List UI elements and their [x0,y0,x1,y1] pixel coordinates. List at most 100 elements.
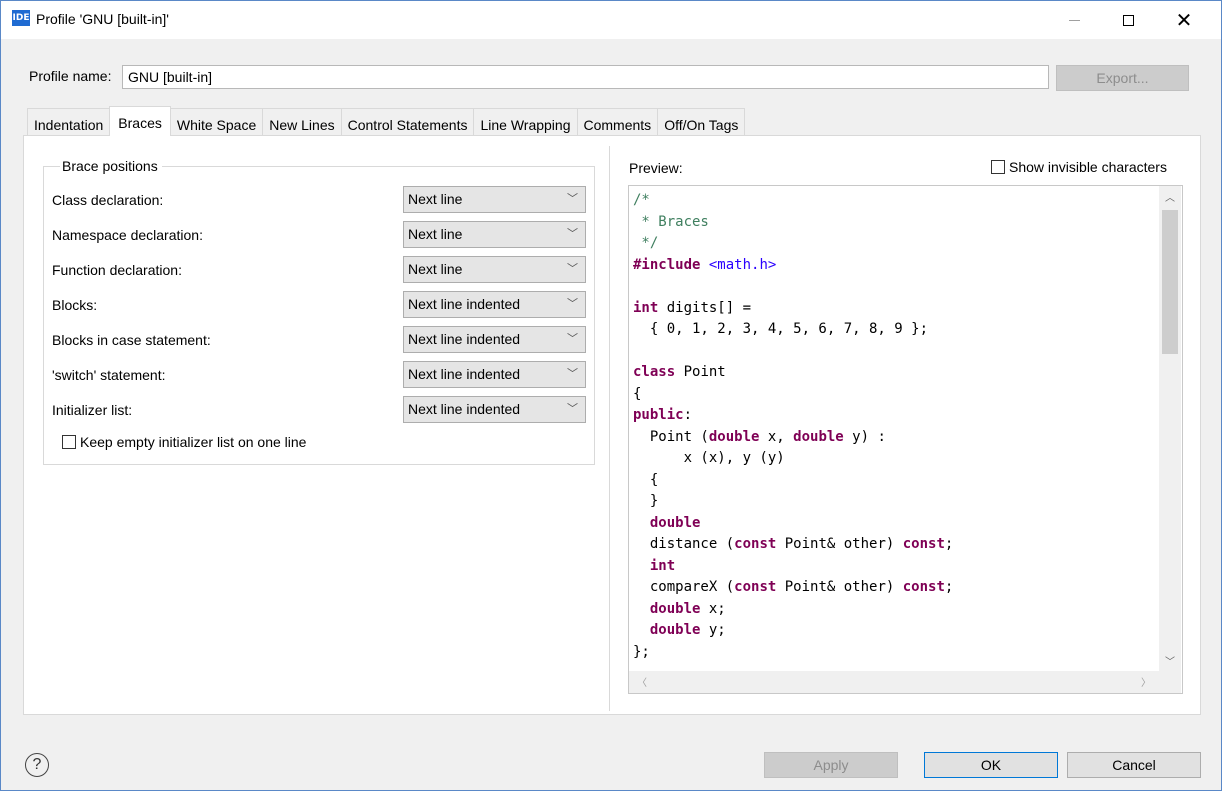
help-icon[interactable]: ? [25,753,49,777]
namespace-declaration-select[interactable]: Next line ﹀ [403,221,586,248]
vertical-scrollbar[interactable]: ︿ ﹀ [1159,186,1181,671]
profile-name-label: Profile name: [29,68,112,84]
close-button[interactable]: ✕ [1161,1,1207,39]
app-icon: IDE [12,10,30,26]
minimize-icon [1068,19,1080,21]
blocks-in-case-label: Blocks in case statement: [52,332,211,348]
minimize-button[interactable] [1051,1,1097,39]
tab-line-wrapping[interactable]: Line Wrapping [473,108,578,136]
dialog-window: IDE Profile 'GNU [built-in]' ✕ Profile n… [0,0,1222,791]
keep-empty-initializer-checkbox[interactable] [62,435,76,449]
code-line: double y; [633,620,953,642]
chevron-down-icon: ﹀ [567,193,578,205]
cancel-button[interactable]: Cancel [1067,752,1201,778]
preview-code-area[interactable]: /* * Braces */ #include <math.h> int digi… [628,185,1183,694]
chevron-down-icon: ﹀ [567,368,578,380]
blocks-in-case-select[interactable]: Next line indented ﹀ [403,326,586,353]
tab-indentation[interactable]: Indentation [27,108,111,136]
namespace-declaration-label: Namespace declaration: [52,227,203,243]
code-token: x (x), y (y) [633,450,785,466]
horizontal-scrollbar[interactable]: 〈 〉 [629,671,1159,693]
code-line: public: [633,405,953,427]
code-token: y) : [843,428,886,445]
blocks-label: Blocks: [52,297,98,313]
tab-braces[interactable]: Braces [109,106,171,136]
code-line: * Braces [633,212,953,234]
function-declaration-select[interactable]: Next line ﹀ [403,256,586,283]
show-invisible-checkbox[interactable] [991,160,1005,174]
profile-name-input[interactable] [122,65,1049,89]
code-token: int [649,557,676,574]
scroll-down-icon[interactable]: ﹀ [1159,653,1181,668]
blocks-select[interactable]: Next line indented ﹀ [403,291,586,318]
scroll-thumb[interactable] [1162,210,1178,354]
panel-divider [609,146,610,711]
maximize-button[interactable] [1105,1,1151,39]
select-value: Next line [408,226,463,242]
code-token: distance ( [633,536,735,552]
code-token: ; [944,579,954,595]
code-token: const [902,536,945,552]
code-token: { [633,471,659,488]
code-token: { 0, 1, 2, 3, 4, 5, 6, 7, 8, 9 }; [633,321,929,337]
code-line: compareX (const Point& other) const; [633,577,954,599]
select-value: Next line indented [408,401,521,417]
code-token: Point& other) [776,579,903,595]
window-title: Profile 'GNU [built-in]' [36,11,169,27]
code-token: Point [675,364,726,380]
code-token: /* [633,192,650,208]
function-declaration-label: Function declaration: [52,262,182,278]
apply-button[interactable]: Apply [764,752,898,778]
switch-statement-select[interactable]: Next line indented ﹀ [403,361,586,388]
tab-bar: Indentation Braces White Space New Lines… [27,106,746,136]
chevron-down-icon: ﹀ [567,298,578,310]
code-token: { [633,385,642,402]
tab-control-statements[interactable]: Control Statements [340,108,475,136]
code-line: x (x), y (y) [633,448,953,470]
code-token: }; [633,643,650,660]
code-token: class [633,364,676,380]
class-declaration-label: Class declaration: [52,192,164,208]
keep-empty-initializer-label: Keep empty initializer list on one line [80,434,307,450]
select-value: Next line indented [408,366,521,382]
export-button[interactable]: Export... [1056,65,1189,91]
code-token: double [649,514,701,531]
code-token: double [708,428,760,445]
code-token: x, [759,428,794,445]
scroll-left-icon[interactable]: 〈 [637,674,647,689]
show-invisible-row[interactable]: Show invisible characters [991,159,1167,175]
code-token: : [683,407,693,423]
class-declaration-select[interactable]: Next line ﹀ [403,186,586,213]
code-token: #include [633,256,701,273]
keep-empty-initializer-row[interactable]: Keep empty initializer list on one line [62,434,306,450]
code-token: const [734,536,777,552]
scroll-corner [1159,671,1181,693]
scroll-right-icon[interactable]: 〉 [1141,674,1151,689]
code-line: distance (const Point& other) const; [633,534,954,556]
switch-statement-label: 'switch' statement: [52,367,166,383]
code-token: } [633,493,659,509]
tab-comments[interactable]: Comments [576,108,659,136]
maximize-icon [1122,14,1134,26]
tab-off-on-tags[interactable]: Off/On Tags [657,108,746,136]
tab-new-lines[interactable]: New Lines [262,108,342,136]
preview-code: /* * Braces */ #include <math.h> int digi… [633,190,953,663]
code-line: int [633,556,953,578]
select-value: Next line [408,261,463,277]
code-token: ; [944,536,954,552]
code-line: { 0, 1, 2, 3, 4, 5, 6, 7, 8, 9 }; [633,319,953,341]
tab-white-space[interactable]: White Space [169,108,264,136]
initializer-list-select[interactable]: Next line indented ﹀ [403,396,586,423]
code-token: <math.h> [708,256,777,273]
code-line: } [633,491,953,513]
ok-button[interactable]: OK [924,752,1058,778]
code-token: const [902,579,945,595]
code-line: double [633,513,953,535]
code-token: */ [633,235,659,251]
code-line: double x; [633,599,953,621]
scroll-up-icon[interactable]: ︿ [1159,189,1181,204]
